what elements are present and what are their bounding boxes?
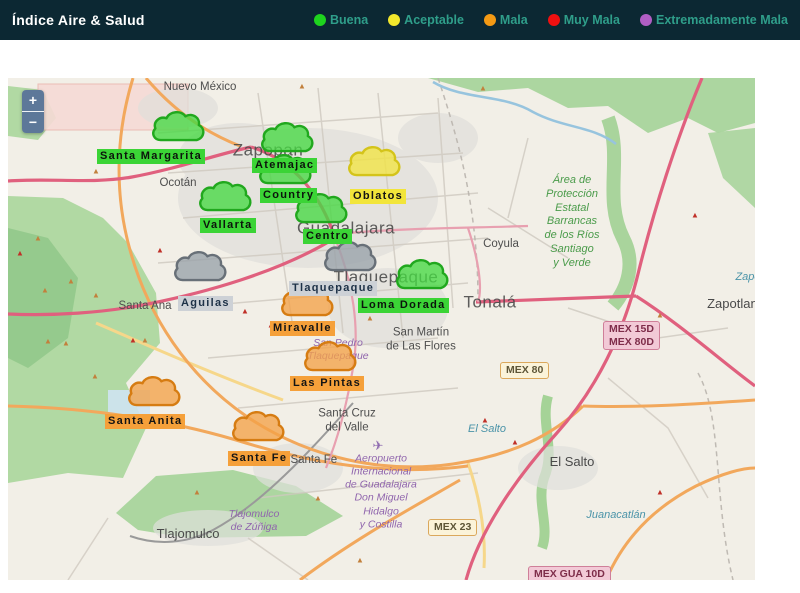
station-cloud-aguilas[interactable]: [173, 247, 231, 286]
legend-item-0: Buena: [314, 13, 368, 27]
zoom-out-button[interactable]: −: [22, 112, 44, 133]
legend-dot-icon: [484, 14, 496, 26]
station-label-miravalle[interactable]: Miravalle: [270, 321, 335, 336]
station-cloud-santa-fe[interactable]: [231, 407, 289, 446]
air-quality-map[interactable]: ▲▲▲▲▲▲▲▲▲▲▲▲▲▲▲▲▲▲▲▲▲▲▲▲▲Nuevo MéxicoZap…: [8, 78, 755, 580]
station-label-santa-margarita[interactable]: Santa Margarita: [97, 149, 205, 164]
legend-dot-icon: [640, 14, 652, 26]
road-badge: MEX 80: [500, 362, 549, 379]
zoom-in-button[interactable]: +: [22, 90, 44, 112]
legend-item-4: Extremadamente Mala: [640, 13, 788, 27]
station-label-country[interactable]: Country: [260, 188, 317, 203]
legend-dot-icon: [314, 14, 326, 26]
station-label-santa-anita[interactable]: Santa Anita: [105, 414, 185, 429]
legend-item-label: Muy Mala: [564, 13, 620, 27]
legend-item-2: Mala: [484, 13, 528, 27]
station-cloud-santa-anita[interactable]: [127, 372, 185, 411]
legend-dot-icon: [388, 14, 400, 26]
station-label-aguilas[interactable]: Aguilas: [178, 296, 233, 311]
station-label-tlaquepaque[interactable]: Tlaquepaque: [289, 281, 377, 296]
station-label-santa-fe[interactable]: Santa Fe: [228, 451, 290, 466]
legend-item-label: Aceptable: [404, 13, 464, 27]
legend-dot-icon: [548, 14, 560, 26]
station-cloud-las-pintas[interactable]: [303, 337, 361, 376]
station-cloud-vallarta[interactable]: [198, 177, 256, 216]
road-badge: MEX 23: [428, 519, 477, 536]
station-cloud-oblatos[interactable]: [347, 142, 405, 181]
road-badge: MEX 15D MEX 80D: [603, 321, 660, 350]
station-cloud-santa-margarita[interactable]: [151, 107, 209, 146]
station-label-las-pintas[interactable]: Las Pintas: [290, 376, 364, 391]
zoom-control: + −: [22, 90, 44, 133]
app-header: Índice Aire & Salud Buena Aceptable Mala Mu…: [0, 0, 800, 40]
app-title: Índice Aire & Salud: [12, 12, 145, 28]
station-cloud-loma-dorada[interactable]: [395, 255, 453, 294]
legend-item-label: Mala: [500, 13, 528, 27]
legend-item-3: Muy Mala: [548, 13, 620, 27]
legend-item-label: Buena: [330, 13, 368, 27]
legend-item-label: Extremadamente Mala: [656, 13, 788, 27]
station-label-atemajac[interactable]: Atemajac: [252, 158, 317, 173]
station-label-loma-dorada[interactable]: Loma Dorada: [358, 298, 449, 313]
legend-item-1: Aceptable: [388, 13, 464, 27]
station-label-centro[interactable]: Centro: [303, 229, 352, 244]
station-label-vallarta[interactable]: Vallarta: [200, 218, 256, 233]
station-label-oblatos[interactable]: Oblatos: [350, 189, 406, 204]
legend: Buena Aceptable Mala Muy Mala Extremadamente…: [314, 13, 788, 27]
road-badge: MEX GUA 10D: [528, 566, 611, 580]
